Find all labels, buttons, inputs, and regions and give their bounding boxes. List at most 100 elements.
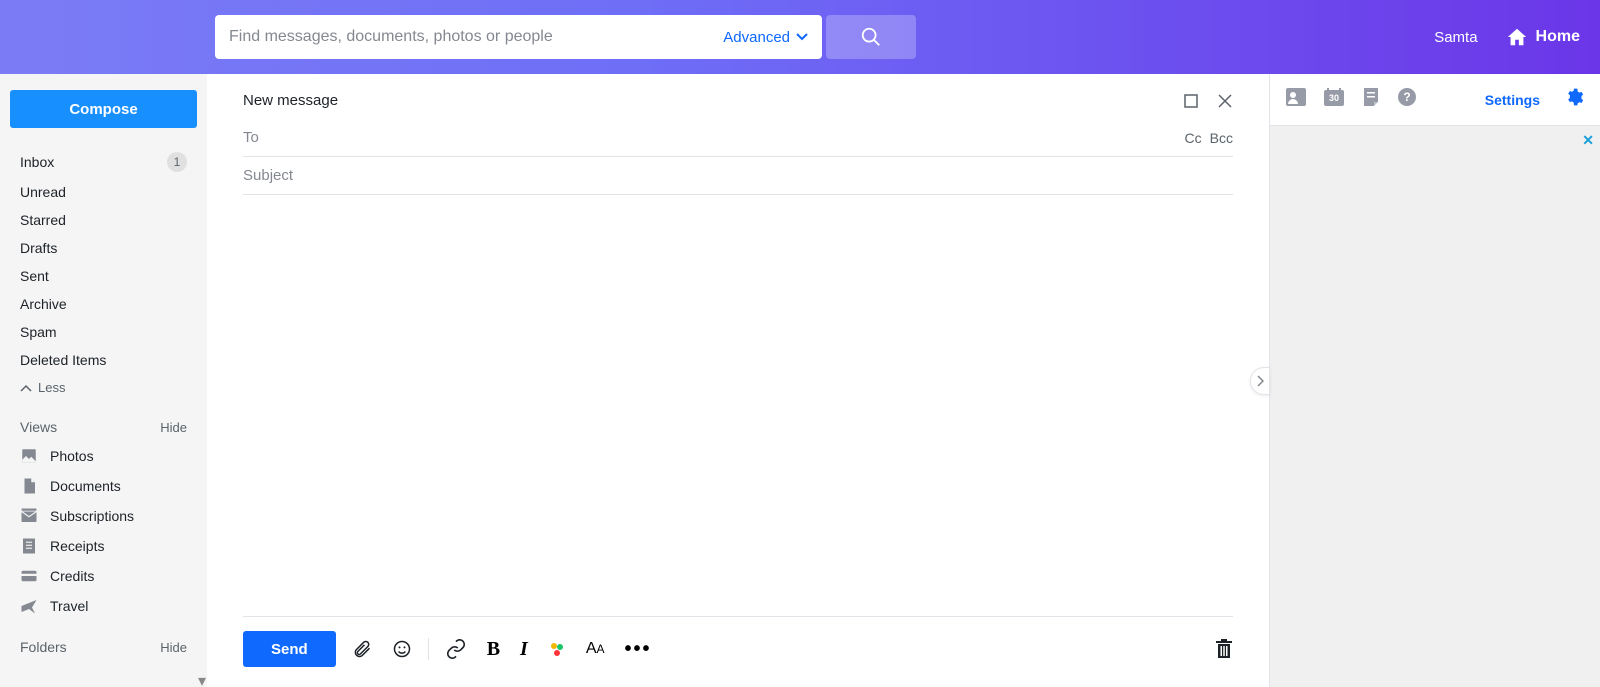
- home-link[interactable]: Home: [1506, 26, 1580, 48]
- folder-spam[interactable]: Spam: [0, 318, 207, 346]
- font-button[interactable]: AA: [586, 640, 605, 658]
- folders-hide[interactable]: Hide: [160, 640, 187, 655]
- view-photos[interactable]: Photos: [0, 441, 207, 471]
- to-label: To: [243, 129, 259, 146]
- view-travel[interactable]: Travel: [0, 591, 207, 621]
- link-button[interactable]: [445, 638, 467, 660]
- views-header: Views Hide: [0, 401, 207, 441]
- sidebar: Compose Inbox 1 Unread Starred Drafts Se…: [0, 74, 207, 687]
- subscription-icon: [20, 507, 38, 525]
- search-input[interactable]: [229, 28, 723, 46]
- notes-icon: [1362, 88, 1380, 106]
- scroll-down-icon[interactable]: ▾: [197, 675, 207, 687]
- help-icon: ?: [1398, 88, 1416, 106]
- ad-close[interactable]: ✕: [1582, 132, 1594, 149]
- search-icon: [860, 26, 882, 48]
- subject-label: Subject: [243, 167, 293, 184]
- view-receipts[interactable]: Receipts: [0, 531, 207, 561]
- gear-icon: [1564, 87, 1584, 107]
- less-label: Less: [38, 380, 65, 395]
- view-label: Credits: [50, 568, 94, 584]
- folder-label: Sent: [20, 268, 49, 284]
- link-icon: [445, 638, 467, 660]
- view-label: Documents: [50, 478, 121, 494]
- notes-tab[interactable]: [1362, 88, 1380, 111]
- contacts-icon: [1286, 88, 1306, 106]
- advanced-label: Advanced: [723, 29, 790, 46]
- views-title: Views: [20, 419, 57, 435]
- svg-text:?: ?: [1403, 90, 1410, 104]
- bold-button[interactable]: B: [487, 638, 500, 661]
- folder-label: Deleted Items: [20, 352, 106, 368]
- folder-archive[interactable]: Archive: [0, 290, 207, 318]
- credit-icon: [20, 567, 38, 585]
- expand-right-tab[interactable]: [1250, 367, 1270, 395]
- settings-link[interactable]: Settings: [1485, 92, 1540, 108]
- folder-inbox[interactable]: Inbox 1: [0, 146, 207, 178]
- compose-title: New message: [243, 92, 338, 109]
- right-column: 30 ? Settings ✕: [1270, 74, 1600, 687]
- popout-icon[interactable]: [1183, 93, 1199, 109]
- folders-title: Folders: [20, 639, 67, 655]
- settings-gear[interactable]: [1564, 87, 1584, 112]
- folder-label: Unread: [20, 184, 66, 200]
- home-label: Home: [1536, 28, 1580, 46]
- user-name[interactable]: Samta: [1434, 29, 1477, 46]
- header-right: Samta Home: [1434, 26, 1580, 48]
- emoji-icon: [392, 639, 412, 659]
- to-input[interactable]: [269, 129, 1185, 146]
- folder-label: Starred: [20, 212, 66, 228]
- view-documents[interactable]: Documents: [0, 471, 207, 501]
- folder-label: Inbox: [20, 154, 54, 170]
- contacts-tab[interactable]: [1286, 88, 1306, 111]
- folder-drafts[interactable]: Drafts: [0, 234, 207, 262]
- search-button[interactable]: [826, 15, 916, 59]
- subject-input[interactable]: [303, 167, 1233, 184]
- folder-label: Drafts: [20, 240, 57, 256]
- help-tab[interactable]: ?: [1398, 88, 1416, 111]
- folder-sent[interactable]: Sent: [0, 262, 207, 290]
- emoji-button[interactable]: [392, 639, 412, 659]
- view-label: Photos: [50, 448, 94, 464]
- app-header: Advanced Samta Home: [0, 0, 1600, 74]
- folder-deleted[interactable]: Deleted Items: [0, 346, 207, 374]
- folder-starred[interactable]: Starred: [0, 206, 207, 234]
- bcc-toggle[interactable]: Bcc: [1210, 130, 1233, 146]
- compose-header: New message: [243, 74, 1233, 119]
- attach-button[interactable]: [352, 639, 372, 659]
- format-group: B I AA •••: [445, 638, 652, 661]
- calendar-day: 30: [1324, 93, 1344, 103]
- view-label: Receipts: [50, 538, 104, 554]
- cc-bcc-toggles: Cc Bcc: [1185, 130, 1233, 146]
- photo-icon: [20, 447, 38, 465]
- folder-label: Archive: [20, 296, 67, 312]
- send-button[interactable]: Send: [243, 631, 336, 667]
- compose-head-actions: [1183, 93, 1233, 109]
- views-hide[interactable]: Hide: [160, 420, 187, 435]
- folder-unread[interactable]: Unread: [0, 178, 207, 206]
- to-field-row: To Cc Bcc: [243, 119, 1233, 157]
- advanced-search-link[interactable]: Advanced: [723, 29, 808, 46]
- compose-button[interactable]: Compose: [10, 90, 197, 128]
- trash-icon: [1215, 639, 1233, 659]
- close-icon[interactable]: [1217, 93, 1233, 109]
- travel-icon: [20, 597, 38, 615]
- more-button[interactable]: •••: [625, 638, 652, 661]
- cc-toggle[interactable]: Cc: [1185, 130, 1202, 146]
- stationery-icon: [548, 640, 566, 658]
- italic-button[interactable]: I: [520, 638, 528, 661]
- calendar-tab[interactable]: 30: [1324, 88, 1344, 111]
- paperclip-icon: [352, 639, 372, 659]
- chevron-up-icon: [20, 384, 32, 392]
- message-body[interactable]: [243, 195, 1233, 616]
- document-icon: [20, 477, 38, 495]
- compose-pane: New message To Cc Bcc Subject Send: [207, 74, 1270, 687]
- less-toggle[interactable]: Less: [0, 374, 207, 401]
- stationery-button[interactable]: [548, 640, 566, 658]
- attach-group: [352, 639, 412, 659]
- chevron-right-icon: [1256, 375, 1264, 387]
- delete-draft-button[interactable]: [1215, 639, 1233, 659]
- view-label: Travel: [50, 598, 88, 614]
- view-credits[interactable]: Credits: [0, 561, 207, 591]
- view-subscriptions[interactable]: Subscriptions: [0, 501, 207, 531]
